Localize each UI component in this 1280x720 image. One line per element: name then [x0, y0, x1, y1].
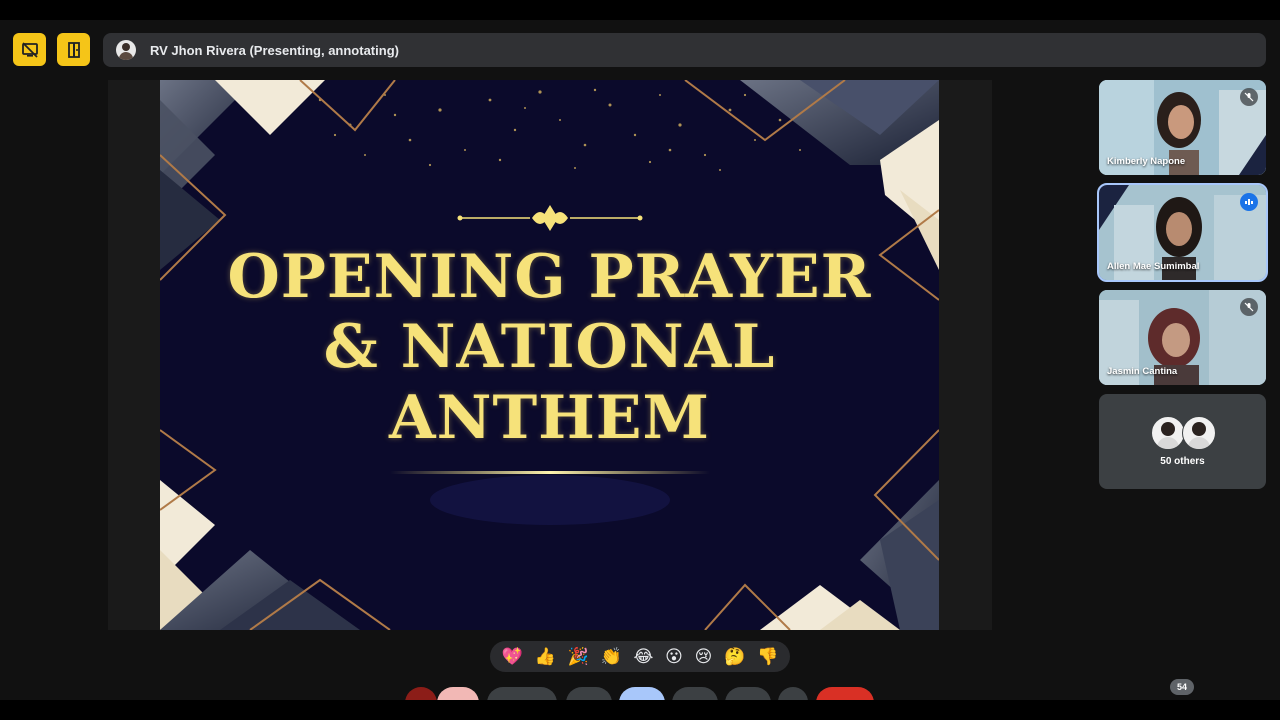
participant-name: Jasmin Cantina	[1107, 366, 1178, 377]
others-count: 50 others	[1160, 456, 1205, 467]
pop-out-button[interactable]	[57, 33, 90, 66]
participant-count-badge: 54	[1170, 679, 1194, 695]
speaking-indicator-icon	[1240, 193, 1258, 211]
participant-tile[interactable]: Kimberly Napone	[1099, 80, 1266, 175]
slide-title-line-3: ANTHEM	[389, 383, 710, 453]
presentation-slide: OPENING PRAYER & NATIONAL ANTHEM	[160, 80, 939, 630]
reaction-sad-icon[interactable]: 😢	[695, 648, 713, 665]
reaction-thinking-icon[interactable]: 🤔	[724, 648, 745, 665]
participant-tile[interactable]: Allen Mae Sumimbal	[1097, 183, 1268, 282]
top-letterbox	[0, 0, 1280, 20]
participant-name: Allen Mae Sumimbal	[1107, 261, 1200, 272]
reaction-thumbs-up-icon[interactable]: 👍	[535, 648, 556, 665]
window-exit-icon	[67, 41, 80, 58]
reaction-laugh-icon[interactable]: 😂	[633, 648, 653, 665]
hide-presentation-button[interactable]	[13, 33, 46, 66]
slide-title-line-2: & NATIONAL	[323, 312, 776, 382]
hide-screen-icon	[21, 41, 38, 58]
mic-off-icon	[1240, 298, 1258, 316]
slide-title-line-1: OPENING PRAYER	[227, 242, 872, 312]
others-tile[interactable]: 50 others	[1099, 394, 1266, 489]
mic-off-icon	[1240, 88, 1258, 106]
presenter-bar[interactable]: RV Jhon Rivera (Presenting, annotating)	[103, 33, 1266, 67]
reaction-heart-icon[interactable]: 💖	[502, 648, 523, 665]
avatar	[1182, 416, 1216, 450]
presenter-avatar	[116, 40, 136, 60]
reaction-clap-icon[interactable]: 👏	[601, 648, 622, 665]
presenter-label: RV Jhon Rivera (Presenting, annotating)	[150, 42, 399, 58]
participant-name: Kimberly Napone	[1107, 156, 1186, 167]
reaction-thumbs-down-icon[interactable]: 👎	[757, 648, 778, 665]
bottom-letterbox	[0, 700, 1280, 720]
participant-tile[interactable]: Jasmin Cantina	[1099, 290, 1266, 385]
reaction-party-icon[interactable]: 🎉	[568, 648, 589, 665]
reaction-surprised-icon[interactable]: 😮	[665, 648, 683, 665]
avatar	[1151, 416, 1185, 450]
reactions-bar: 💖 👍 🎉 👏 😂 😮 😢 🤔 👎	[490, 641, 790, 672]
